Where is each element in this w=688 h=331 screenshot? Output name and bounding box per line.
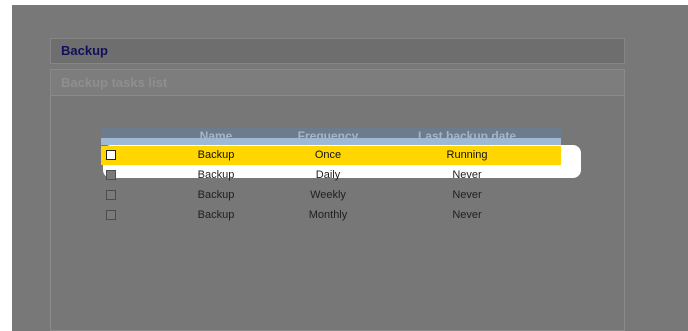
table-row[interactable]: Backup Daily Never (101, 166, 561, 186)
row-last-backup: Never (452, 169, 482, 181)
table-row[interactable]: Backup Monthly Never (101, 206, 561, 226)
row-checkbox[interactable] (106, 190, 116, 200)
row-last-backup: Never (452, 189, 482, 201)
table-row[interactable]: Backup Once Running (101, 146, 561, 165)
row-frequency: Monthly (308, 209, 348, 221)
header-highlight-band (101, 138, 561, 145)
row-name: Backup (197, 169, 235, 181)
page-header: Backup (50, 38, 625, 64)
row-frequency: Once (314, 149, 342, 161)
panel-title: Backup tasks list (61, 75, 168, 90)
row-checkbox[interactable] (106, 210, 116, 220)
row-name: Backup (197, 189, 235, 201)
panel-title-bar: Backup tasks list (51, 70, 624, 96)
row-name: Backup (197, 149, 235, 161)
row-frequency: Weekly (310, 189, 346, 201)
row-last-backup: Running (446, 149, 488, 161)
row-checkbox[interactable] (106, 150, 116, 160)
row-last-backup: Never (452, 209, 482, 221)
row-checkbox[interactable] (106, 170, 116, 180)
row-frequency: Daily (315, 169, 341, 181)
table-row[interactable]: Backup Weekly Never (101, 186, 561, 206)
row-name: Backup (197, 209, 235, 221)
page-title: Backup (61, 43, 108, 58)
